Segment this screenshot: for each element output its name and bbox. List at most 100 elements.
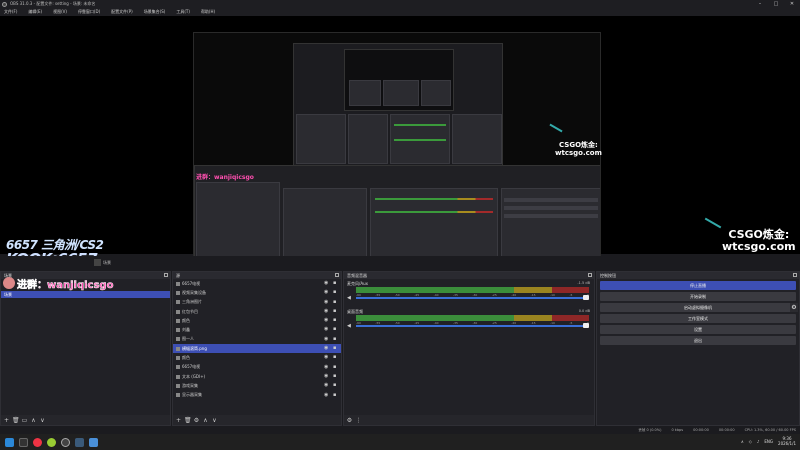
- trash-icon[interactable]: 🗑: [184, 417, 192, 424]
- slider-handle[interactable]: [583, 323, 589, 328]
- minimize-icon[interactable]: –: [752, 0, 768, 8]
- source-list: 6657电视 ◉ ▪ 视频采集设备 ◉ ▪ 三角洲图片 ◉ ▪ 红包节目 ◉ ▪ 颜色 ◉ ▪ 刘鑫 ◉ ▪ 图一人…: [173, 279, 341, 400]
- source-row[interactable]: 文本 (GDI+) ◉ ▪: [173, 372, 341, 381]
- gear-icon[interactable]: ⚙: [790, 303, 798, 312]
- eye-icon[interactable]: ◉: [324, 281, 329, 286]
- lock-icon[interactable]: ▪: [333, 355, 338, 360]
- lock-icon[interactable]: ▪: [333, 336, 338, 342]
- slider-handle[interactable]: [583, 295, 589, 300]
- source-row[interactable]: 横幅滚筒.png ◉ ▪: [173, 344, 341, 354]
- down-icon[interactable]: ∨: [39, 417, 46, 424]
- lock-icon[interactable]: ▪: [333, 364, 338, 370]
- add-icon[interactable]: +: [175, 417, 182, 424]
- clock[interactable]: 9:36 2026/1/1: [778, 436, 796, 446]
- menu-edit[interactable]: 编辑(E): [28, 9, 42, 15]
- eye-icon[interactable]: ◉: [324, 364, 329, 370]
- chrome-icon[interactable]: [33, 437, 42, 447]
- eye-icon[interactable]: ◉: [324, 392, 329, 398]
- scene-item[interactable]: 场景: [1, 291, 170, 298]
- eye-icon[interactable]: ◉: [324, 308, 329, 314]
- trash-icon[interactable]: 🗑: [12, 417, 20, 424]
- app-icon[interactable]: [89, 437, 98, 447]
- control-button[interactable]: 工作室模式: [600, 314, 796, 323]
- volume-slider[interactable]: [356, 323, 589, 328]
- speaker-icon[interactable]: ◀: [347, 295, 351, 301]
- up-icon[interactable]: ∧: [202, 417, 209, 424]
- source-row[interactable]: 刘鑫 ◉ ▪: [173, 325, 341, 334]
- control-button[interactable]: 退出: [600, 336, 796, 345]
- control-button[interactable]: 设置: [600, 325, 796, 334]
- lock-icon[interactable]: ▪: [333, 373, 338, 379]
- menu-view[interactable]: 视图(V): [53, 9, 67, 15]
- eye-icon[interactable]: ◉: [324, 290, 329, 295]
- control-button[interactable]: 启动虚拟摄像机 ⚙: [600, 303, 798, 312]
- control-button[interactable]: 开始录制: [600, 292, 796, 301]
- menu-file[interactable]: 文件(F): [4, 9, 17, 15]
- preview-area[interactable]: 进群：wanjiqicsgo CSGO炼金: wtcsgo.com CSGO炼金…: [0, 16, 800, 264]
- controls-dock: 控制按钮 停止直播 开始录制 启动虚拟摄像机 ⚙ 工作室模式 设置 退出: [596, 271, 800, 426]
- lock-icon[interactable]: ▪: [333, 318, 338, 323]
- gear-icon[interactable]: ⚙: [346, 417, 353, 424]
- eye-icon[interactable]: ◉: [324, 299, 329, 305]
- app-icon[interactable]: [47, 437, 56, 447]
- gear-icon[interactable]: ⚙: [193, 417, 200, 424]
- source-row[interactable]: 颜色 ◉ ▪: [173, 353, 341, 362]
- add-icon[interactable]: +: [3, 417, 10, 424]
- control-list: 停止直播开始录制启动虚拟摄像机 ⚙ 工作室模式设置退出: [597, 281, 799, 345]
- undock-icon[interactable]: [588, 273, 592, 277]
- lock-icon[interactable]: ▪: [333, 290, 338, 295]
- eye-icon[interactable]: ◉: [324, 373, 329, 379]
- source-row[interactable]: 显示器采集 ◉ ▪: [173, 391, 341, 400]
- preview-canvas[interactable]: 进群：wanjiqicsgo: [193, 32, 601, 264]
- network-icon[interactable]: ◇: [749, 439, 752, 444]
- undock-icon[interactable]: [335, 273, 339, 277]
- eye-icon[interactable]: ◉: [324, 318, 329, 323]
- more-icon[interactable]: ⋮: [355, 417, 362, 424]
- maximize-icon[interactable]: □: [768, 0, 784, 8]
- eye-icon[interactable]: ◉: [324, 346, 329, 351]
- lock-icon[interactable]: ▪: [333, 392, 338, 398]
- lock-icon[interactable]: ▪: [333, 299, 338, 305]
- menu-profile[interactable]: 配置文件(P): [111, 9, 133, 15]
- source-row[interactable]: 视频采集设备 ◉ ▪: [173, 288, 341, 297]
- source-row[interactable]: 游戏采集 ◉ ▪: [173, 381, 341, 390]
- undock-icon[interactable]: [793, 273, 797, 277]
- source-row[interactable]: 6657电视 ◉ ▪: [173, 279, 341, 288]
- windows-start-icon[interactable]: [5, 437, 14, 447]
- volume-icon[interactable]: ♪: [757, 439, 760, 444]
- scene-strip-icon[interactable]: [94, 259, 101, 266]
- taskbar: ∧ ◇ ♪ ENG 9:36 2026/1/1: [0, 434, 800, 450]
- source-row[interactable]: 颜色 ◉ ▪: [173, 316, 341, 325]
- speaker-icon[interactable]: ◀: [347, 323, 351, 329]
- lock-icon[interactable]: ▪: [333, 346, 338, 351]
- undock-icon[interactable]: [164, 273, 168, 277]
- menu-docks[interactable]: 停靠窗口(D): [78, 9, 100, 15]
- control-button[interactable]: 停止直播: [600, 281, 796, 290]
- terminal-icon[interactable]: [75, 437, 84, 447]
- lock-icon[interactable]: ▪: [333, 327, 338, 332]
- source-row[interactable]: 红包节目 ◉ ▪: [173, 307, 341, 316]
- source-row[interactable]: 三角洲图片 ◉ ▪: [173, 298, 341, 307]
- volume-slider[interactable]: [356, 295, 589, 300]
- filter-icon[interactable]: ▭: [21, 417, 28, 424]
- lock-icon[interactable]: ▪: [333, 383, 338, 388]
- menu-scene-collection[interactable]: 场景集合(S): [144, 9, 166, 15]
- eye-icon[interactable]: ◉: [324, 327, 329, 332]
- search-icon[interactable]: [19, 437, 28, 447]
- down-icon[interactable]: ∨: [211, 417, 218, 424]
- lock-icon[interactable]: ▪: [333, 281, 338, 286]
- eye-icon[interactable]: ◉: [324, 336, 329, 342]
- menu-help[interactable]: 帮助(H): [201, 9, 215, 15]
- up-icon[interactable]: ∧: [30, 417, 37, 424]
- menu-tools[interactable]: 工具(T): [176, 9, 190, 15]
- close-icon[interactable]: ✕: [784, 0, 800, 8]
- scene-list: 场景: [1, 291, 170, 298]
- source-row[interactable]: 6657电视 ◉ ▪: [173, 363, 341, 372]
- language-indicator[interactable]: ENG: [764, 439, 773, 444]
- eye-icon[interactable]: ◉: [324, 355, 329, 360]
- chevron-up-icon[interactable]: ∧: [741, 439, 744, 444]
- eye-icon[interactable]: ◉: [324, 383, 329, 388]
- source-row[interactable]: 图一人 ◉ ▪: [173, 335, 341, 344]
- obs-taskbar-icon[interactable]: [61, 437, 70, 447]
- lock-icon[interactable]: ▪: [333, 308, 338, 314]
